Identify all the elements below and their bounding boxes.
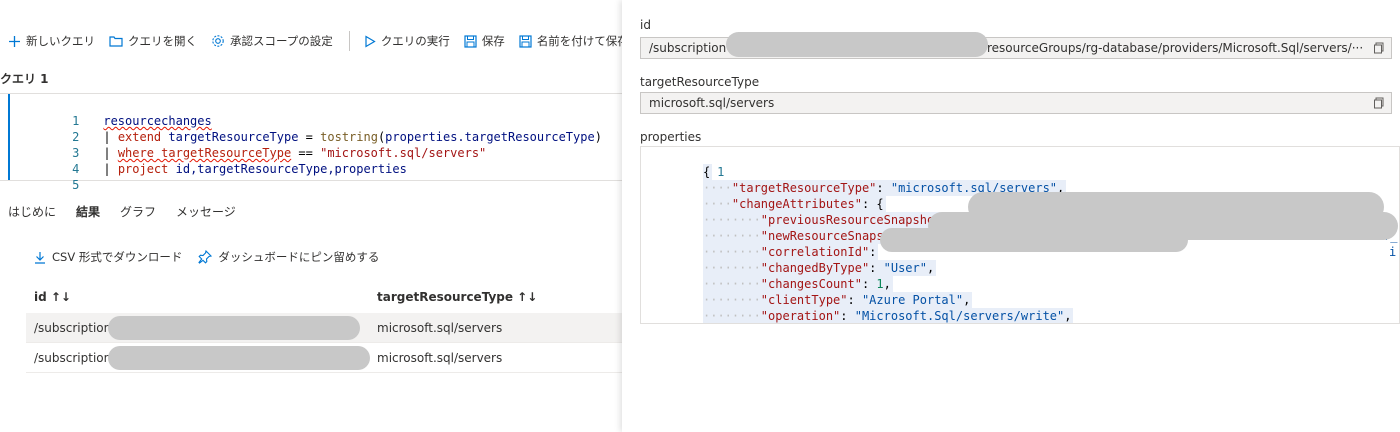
- json-line: 10········"operation": "Microsoft.Sql/se…: [641, 292, 1399, 323]
- redacted-region: [726, 32, 988, 57]
- column-header-type[interactable]: targetResourceType ↑↓: [377, 290, 537, 304]
- details-pane: id /subscription resourceGroups/rg-datab…: [622, 0, 1400, 432]
- query-pane: 新しいクエリ クエリを開く 承認スコープの設定 クエリの実行 保存 名前を付けて…: [0, 0, 629, 432]
- download-csv-button[interactable]: CSV 形式でダウンロード: [34, 249, 182, 265]
- save-label: 保存: [481, 34, 505, 48]
- id-label: id: [640, 18, 651, 32]
- cell-type: microsoft.sql/servers: [377, 321, 503, 335]
- scope-settings-button[interactable]: 承認スコープの設定: [211, 33, 333, 49]
- new-query-button[interactable]: 新しいクエリ: [8, 33, 95, 49]
- cell-id: /subscription: [34, 351, 112, 365]
- id-suffix: resourceGroups/rg-database/providers/Mic…: [987, 41, 1364, 55]
- save-icon: [464, 34, 477, 48]
- json-line: 8········"changesCount": 1,: [641, 260, 1399, 292]
- redacted-region: [108, 346, 370, 370]
- new-query-label: 新しいクエリ: [26, 34, 95, 48]
- save-button[interactable]: 保存: [464, 33, 505, 49]
- properties-label: properties: [640, 130, 702, 144]
- redacted-region: [880, 228, 1188, 252]
- scope-settings-label: 承認スコープの設定: [230, 34, 333, 48]
- type-value: microsoft.sql/servers: [649, 96, 775, 110]
- plus-icon: [8, 35, 21, 48]
- cell-type: microsoft.sql/servers: [377, 351, 503, 365]
- json-line: 1{: [641, 148, 1399, 180]
- query-editor[interactable]: 1 resourcechanges 2 | extend targetResourc…: [0, 93, 622, 192]
- editor-line: 3 | where targetResourceType == "microsof…: [0, 129, 486, 160]
- run-query-label: クエリの実行: [380, 34, 450, 48]
- open-query-button[interactable]: クエリを開く: [109, 33, 197, 49]
- id-prefix: /subscription: [649, 41, 727, 55]
- tab-query-1[interactable]: クエリ 1: [0, 70, 49, 87]
- gear-icon: [211, 34, 225, 48]
- column-header-id[interactable]: id ↑↓: [34, 290, 71, 304]
- code-text: | project id,targetResourceType,properti…: [103, 162, 407, 176]
- editor-line: 2 | extend targetResourceType = tostring(…: [0, 113, 602, 144]
- pin-icon: [198, 250, 213, 264]
- editor-line: 5: [0, 161, 103, 192]
- results-actions: CSV 形式でダウンロード ダッシュボードにピン留めする: [34, 249, 379, 265]
- open-query-label: クエリを開く: [128, 34, 197, 48]
- json-line: 2····"targetResourceType": "microsoft.sq…: [641, 164, 1399, 196]
- toolbar-divider: [348, 31, 350, 51]
- download-icon: [34, 251, 46, 264]
- table-row[interactable]: /subscription microsoft.sql/servers: [26, 313, 622, 343]
- pin-dashboard-label: ダッシュボードにピン留めする: [218, 250, 380, 264]
- result-tabs: はじめに 結果 グラフ メッセージ: [8, 203, 236, 220]
- tab-messages[interactable]: メッセージ: [176, 203, 236, 220]
- type-field[interactable]: microsoft.sql/servers: [640, 92, 1392, 114]
- tab-results[interactable]: 結果: [76, 203, 100, 220]
- query-toolbar: 新しいクエリ クエリを開く 承認スコープの設定 クエリの実行 保存 名前を付けて…: [8, 30, 643, 52]
- download-csv-label: CSV 形式でダウンロード: [52, 250, 183, 264]
- copy-icon[interactable]: [1373, 97, 1385, 109]
- json-line: 9········"clientType": "Azure Portal",: [641, 276, 1399, 308]
- cell-id: /subscription: [34, 321, 112, 335]
- save-as-icon: [519, 34, 532, 48]
- copy-icon[interactable]: [1373, 42, 1385, 54]
- type-label: targetResourceType: [640, 75, 760, 89]
- redacted-region: [108, 316, 360, 340]
- tab-getting-started[interactable]: はじめに: [8, 203, 56, 220]
- line-number: 5: [72, 178, 80, 192]
- editor-line: 1 resourcechanges: [0, 97, 212, 128]
- save-as-button[interactable]: 名前を付けて保存: [519, 33, 629, 49]
- run-query-button[interactable]: クエリの実行: [364, 33, 450, 49]
- save-as-label: 名前を付けて保存: [536, 34, 629, 48]
- editor-line-current: 4 | project id,targetResourceType,propert…: [0, 145, 620, 176]
- tab-chart[interactable]: グラフ: [120, 203, 156, 220]
- json-text: ········"operation": "Microsoft.Sql/serv…: [703, 308, 1074, 323]
- folder-icon: [109, 35, 123, 47]
- table-row[interactable]: /subscription microsoft.sql/servers: [26, 343, 622, 373]
- pin-dashboard-button[interactable]: ダッシュボードにピン留めする: [198, 249, 379, 265]
- play-icon: [364, 34, 376, 48]
